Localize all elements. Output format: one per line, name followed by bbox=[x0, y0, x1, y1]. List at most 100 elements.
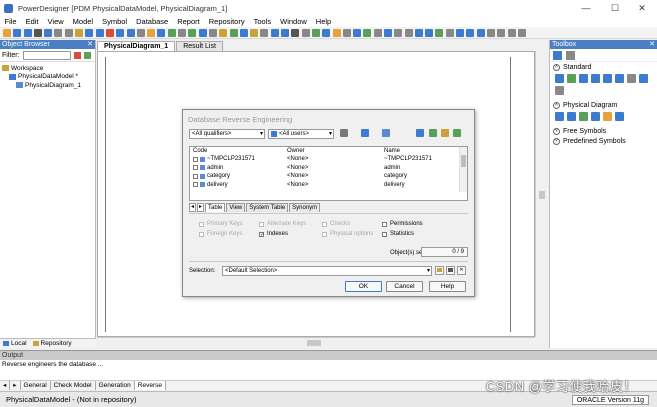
delete-selection-icon[interactable]: ✕ bbox=[457, 266, 466, 275]
options-icon[interactable] bbox=[453, 129, 461, 137]
selection-select[interactable]: <Default Selection> ▾ bbox=[222, 266, 432, 276]
tree-node[interactable]: PhysicalDataModel * bbox=[2, 73, 93, 82]
toolbox-tool-icon[interactable] bbox=[567, 112, 576, 121]
help-button[interactable]: Help bbox=[429, 281, 466, 292]
toolbox-tool-icon[interactable] bbox=[555, 112, 564, 121]
toolbox-close-icon[interactable]: ✕ bbox=[649, 40, 657, 49]
toolbox-tool-icon[interactable] bbox=[579, 74, 588, 83]
toolbar-button-icon[interactable] bbox=[322, 28, 331, 37]
checkbox[interactable] bbox=[382, 231, 387, 237]
toolbar-button-icon[interactable] bbox=[33, 28, 42, 37]
toolbox-tool-icon[interactable] bbox=[603, 112, 612, 121]
filter-refresh-icon[interactable] bbox=[83, 51, 91, 59]
toolbar-button-icon[interactable] bbox=[64, 28, 73, 37]
toolbar-button-icon[interactable] bbox=[404, 28, 413, 37]
filter-input[interactable] bbox=[22, 50, 71, 60]
table-list-scroll-thumb[interactable] bbox=[461, 155, 466, 167]
toolbox-tool-icon[interactable] bbox=[555, 74, 564, 83]
output-nav-prev[interactable]: ◂ bbox=[0, 381, 11, 390]
tab-system-table[interactable]: System Table bbox=[246, 203, 289, 212]
toolbar-button-icon[interactable] bbox=[105, 28, 114, 37]
menu-window[interactable]: Window bbox=[276, 16, 312, 27]
minimize-button[interactable]: — bbox=[574, 2, 598, 14]
filter-icon[interactable] bbox=[416, 129, 424, 137]
toolbar-button-icon[interactable] bbox=[116, 28, 125, 37]
select-all-icon[interactable] bbox=[361, 129, 369, 137]
open-selection-icon[interactable] bbox=[435, 266, 444, 275]
toolbar-button-icon[interactable] bbox=[178, 28, 187, 37]
toolbox-tool-icon[interactable] bbox=[555, 86, 564, 95]
toolbar-button-icon[interactable] bbox=[239, 28, 248, 37]
toolbar-button-icon[interactable] bbox=[229, 28, 238, 37]
toolbar-button-icon[interactable] bbox=[435, 28, 444, 37]
menu-file[interactable]: File bbox=[0, 16, 21, 27]
toolbar-button-icon[interactable] bbox=[85, 28, 94, 37]
option-statistics[interactable]: Statistics bbox=[382, 231, 414, 237]
table-row[interactable]: admin <None> admin bbox=[190, 164, 467, 173]
tabs-next[interactable]: ▸ bbox=[197, 203, 204, 212]
toolbar-button-icon[interactable] bbox=[445, 28, 454, 37]
menu-tools[interactable]: Tools bbox=[249, 16, 276, 27]
checkbox[interactable] bbox=[259, 221, 264, 227]
menu-database[interactable]: Database bbox=[132, 16, 173, 27]
option-alternate-keys[interactable]: Alternate Keys bbox=[259, 221, 306, 227]
qualifier-select[interactable]: <All qualifiers> ▾ bbox=[189, 129, 265, 139]
toolbar-button-icon[interactable] bbox=[291, 28, 300, 37]
toolbar-button-icon[interactable] bbox=[425, 28, 434, 37]
option-checks[interactable]: Checks bbox=[322, 221, 350, 227]
toolbar-button-icon[interactable] bbox=[486, 28, 495, 37]
menu-report[interactable]: Report bbox=[173, 16, 205, 27]
canvas-horizontal-scrollbar[interactable] bbox=[97, 337, 535, 348]
toolbar-button-icon[interactable] bbox=[394, 28, 403, 37]
toolbar-button-icon[interactable] bbox=[507, 28, 516, 37]
toolbar-button-icon[interactable] bbox=[54, 28, 63, 37]
close-button[interactable]: ✕ bbox=[630, 2, 654, 14]
toolbox-tool-icon[interactable] bbox=[639, 74, 648, 83]
toolbar-button-icon[interactable] bbox=[281, 28, 290, 37]
vertical-scroll-thumb[interactable] bbox=[539, 191, 545, 199]
toolbox-tool-icon[interactable] bbox=[627, 74, 636, 83]
menu-repository[interactable]: Repository bbox=[204, 16, 249, 27]
toolbar-button-icon[interactable] bbox=[363, 28, 372, 37]
toolbar-button-icon[interactable] bbox=[466, 28, 475, 37]
toolbar-button-icon[interactable] bbox=[311, 28, 320, 37]
toolbar-button-icon[interactable] bbox=[353, 28, 362, 37]
toolbox-section-free-symbols[interactable]: ˅ Free Symbols bbox=[550, 126, 657, 136]
toolbar-button-icon[interactable] bbox=[167, 28, 176, 37]
toolbar-button-icon[interactable] bbox=[476, 28, 485, 37]
menu-symbol[interactable]: Symbol bbox=[98, 16, 132, 27]
tab-reverse[interactable]: Reverse bbox=[134, 381, 166, 390]
toolbar-button-icon[interactable] bbox=[95, 28, 104, 37]
toolbar-button-icon[interactable] bbox=[250, 28, 259, 37]
toolbox-tool-icon[interactable] bbox=[615, 74, 624, 83]
row-checkbox[interactable] bbox=[193, 173, 198, 179]
toolbox-section-standard[interactable]: ˄ Standard bbox=[550, 62, 657, 72]
toolbar-button-icon[interactable] bbox=[188, 28, 197, 37]
owner-select[interactable]: <All users> ▾ bbox=[268, 129, 334, 139]
toolbar-button-icon[interactable] bbox=[332, 28, 341, 37]
toolbar-button-icon[interactable] bbox=[44, 28, 53, 37]
tab-generation[interactable]: Generation bbox=[96, 381, 135, 390]
ok-button[interactable]: OK bbox=[345, 281, 382, 292]
maximize-button[interactable]: ☐ bbox=[603, 2, 627, 14]
toolbar-button-icon[interactable] bbox=[456, 28, 465, 37]
row-checkbox[interactable] bbox=[193, 156, 198, 162]
checkbox[interactable] bbox=[199, 231, 204, 237]
toolbar-button-icon[interactable] bbox=[136, 28, 145, 37]
checkbox-checked[interactable] bbox=[259, 231, 264, 237]
toolbar-button-icon[interactable] bbox=[342, 28, 351, 37]
toolbar-button-icon[interactable] bbox=[301, 28, 310, 37]
option-permissions[interactable]: Permissions bbox=[382, 221, 423, 227]
menu-view[interactable]: View bbox=[43, 16, 68, 27]
toolbox-tool-icon[interactable] bbox=[603, 74, 612, 83]
toolbar-button-icon[interactable] bbox=[3, 28, 11, 37]
horizontal-scroll-thumb[interactable] bbox=[307, 340, 321, 346]
toolbar-button-icon[interactable] bbox=[497, 28, 506, 37]
toolbar-button-icon[interactable] bbox=[23, 28, 32, 37]
tab-view[interactable]: View bbox=[226, 203, 246, 212]
row-checkbox[interactable] bbox=[193, 182, 198, 188]
column-name[interactable]: Name bbox=[384, 147, 458, 155]
tab-result-list[interactable]: Result List bbox=[176, 41, 223, 51]
save-selection-icon[interactable] bbox=[446, 266, 455, 275]
checkbox[interactable] bbox=[322, 231, 327, 237]
